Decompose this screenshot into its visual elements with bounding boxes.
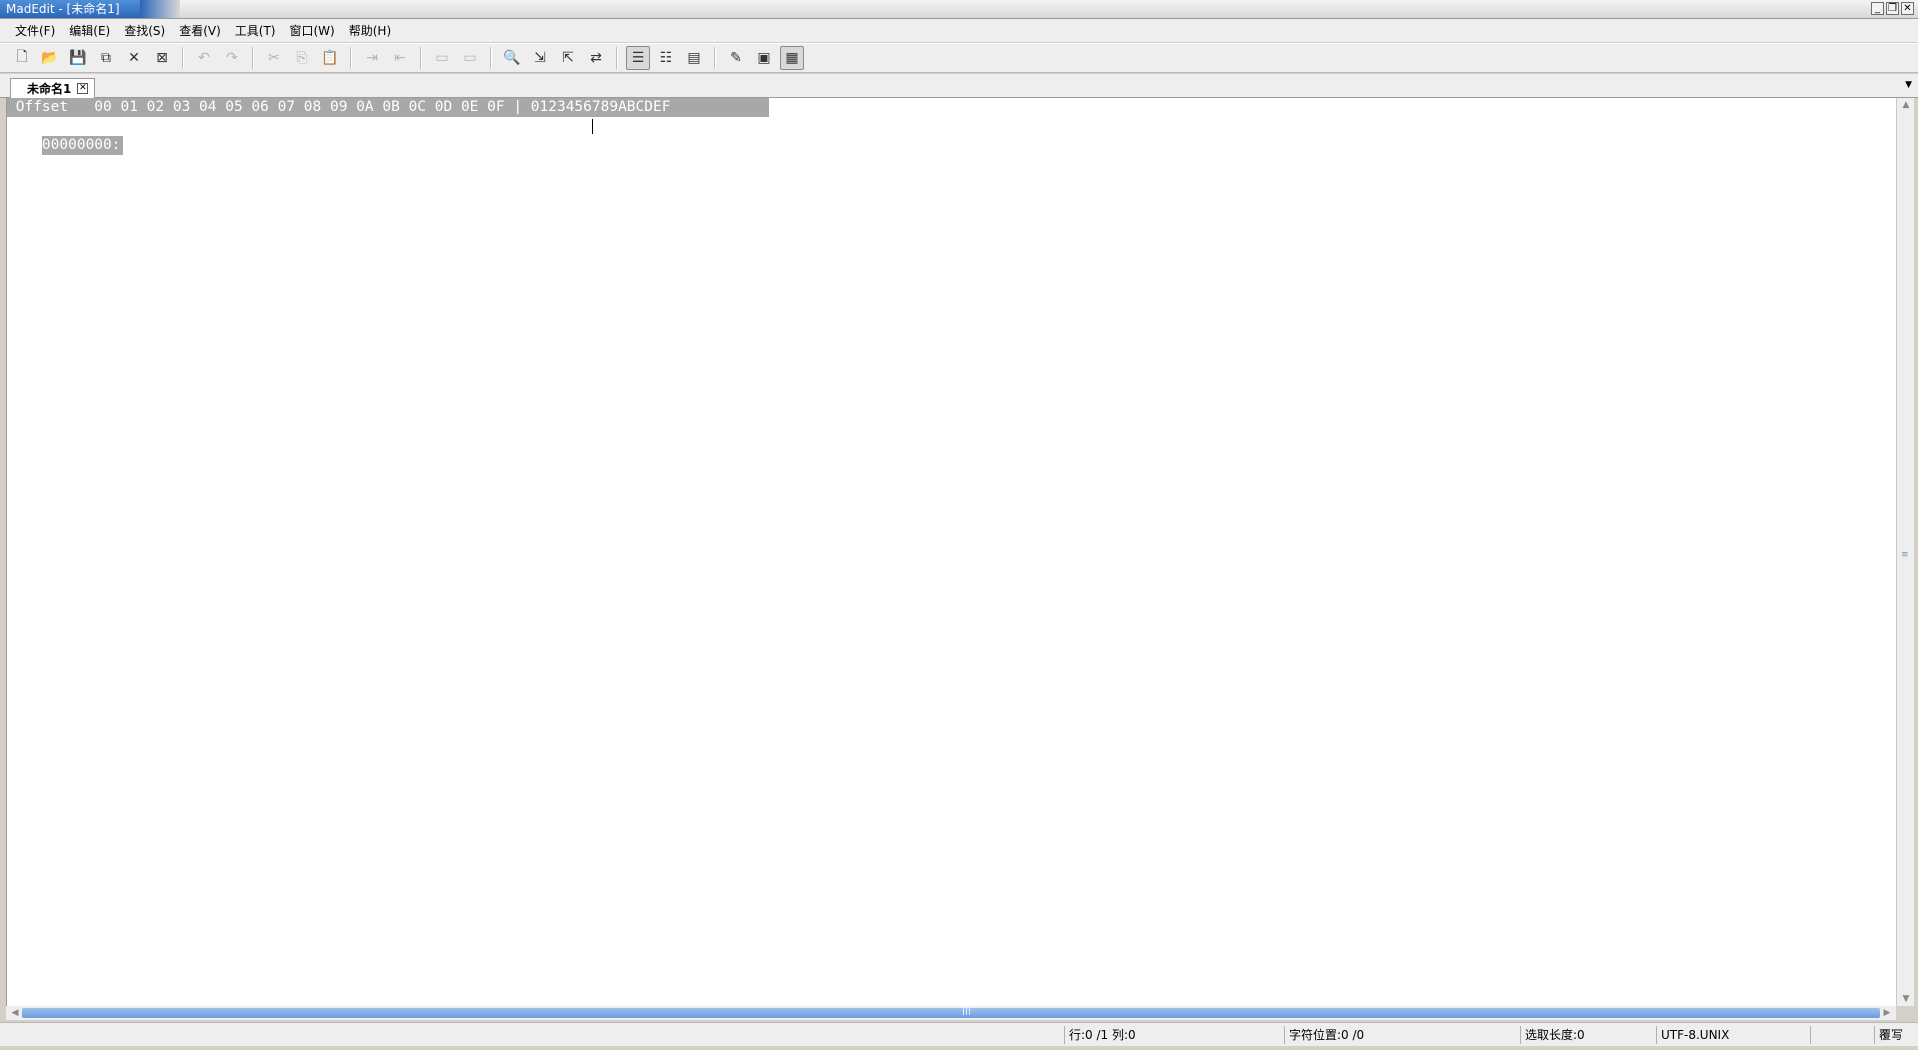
comment-icon[interactable]: ▭	[430, 46, 454, 70]
menu-edit[interactable]: 编辑(E)	[62, 21, 117, 41]
save-all-icon[interactable]: ⧉	[94, 46, 118, 70]
find-previous-icon[interactable]: ⇱	[556, 46, 580, 70]
toolbar-separator	[420, 47, 422, 69]
undo-icon[interactable]: ↶	[192, 46, 216, 70]
tab-bar: 未命名1 ✕ ▼	[0, 74, 1918, 98]
paste-icon[interactable]: 📋	[318, 46, 342, 70]
redo-icon[interactable]: ↷	[220, 46, 244, 70]
tab-label: 未命名1	[27, 82, 72, 96]
options-icon[interactable]: ✎	[724, 46, 748, 70]
restore-icon[interactable]: ❐	[1886, 2, 1899, 15]
text-mode-icon[interactable]: ☰	[626, 46, 650, 70]
scroll-left-icon[interactable]: ◀	[8, 1006, 22, 1020]
toolbar-separator	[182, 47, 184, 69]
status-mode	[1810, 1026, 1874, 1044]
vertical-scrollbar[interactable]: ▲ ≡ ▼	[1896, 98, 1914, 1006]
window-controls: _ ❐ ✕	[1871, 2, 1914, 15]
toolbar-separator	[252, 47, 254, 69]
close-file-icon[interactable]: ✕	[122, 46, 146, 70]
hex-mode-view-icon[interactable]: ▤	[682, 46, 706, 70]
find-icon[interactable]: 🔍	[500, 46, 524, 70]
open-file-icon[interactable]: 📂	[38, 46, 62, 70]
uncomment-icon[interactable]: ▭	[458, 46, 482, 70]
menu-window[interactable]: 窗口(W)	[283, 21, 342, 41]
title-bar: MadEdit - [未命名1] _ ❐ ✕	[0, 0, 1918, 19]
replace-icon[interactable]: ⇄	[584, 46, 608, 70]
menu-help[interactable]: 帮助(H)	[342, 21, 398, 41]
column-mode-icon[interactable]: ☷	[654, 46, 678, 70]
toolbar-separator	[350, 47, 352, 69]
scroll-grip-icon: ≡	[1901, 550, 1909, 560]
close-all-icon[interactable]: ⊠	[150, 46, 174, 70]
status-bar: 行:0 /1 列:0 字符位置:0 /0 选取长度:0 UTF-8.UNIX 覆…	[0, 1022, 1918, 1046]
tab-untitled-1[interactable]: 未命名1 ✕	[10, 78, 96, 98]
hex-editor-area[interactable]: Offset 00 01 02 03 04 05 06 07 08 09 0A …	[6, 98, 1897, 1006]
hex-row: 00000000:	[7, 117, 123, 155]
horizontal-scroll-thumb[interactable]: |||	[22, 1006, 1880, 1018]
close-icon[interactable]: ✕	[1901, 2, 1914, 15]
scroll-down-icon[interactable]: ▼	[1899, 992, 1913, 1006]
menu-view[interactable]: 查看(V)	[172, 21, 228, 41]
hex-mode-icon[interactable]: ▦	[780, 46, 804, 70]
toolbar: 🗋 📂 💾 ⧉ ✕ ⊠ ↶ ↷ ✂ ⎘ 📋 ⇥ ⇤ ▭ ▭ 🔍 ⇲ ⇱ ⇄ ☰ …	[0, 43, 1918, 73]
cut-icon[interactable]: ✂	[262, 46, 286, 70]
minimize-icon[interactable]: _	[1871, 2, 1884, 15]
text-caret	[592, 119, 593, 134]
status-insert-mode[interactable]: 覆写	[1874, 1026, 1918, 1044]
toolbar-separator	[490, 47, 492, 69]
new-file-icon[interactable]: 🗋	[10, 46, 34, 70]
unindent-icon[interactable]: ⇤	[388, 46, 412, 70]
toolbar-separator	[616, 47, 618, 69]
tab-list-dropdown-icon[interactable]: ▼	[1905, 80, 1912, 90]
toolbar-separator	[714, 47, 716, 69]
indent-icon[interactable]: ⇥	[360, 46, 384, 70]
menu-search[interactable]: 查找(S)	[117, 21, 172, 41]
menu-file[interactable]: 文件(F)	[8, 21, 62, 41]
hex-header-row: Offset 00 01 02 03 04 05 06 07 08 09 0A …	[7, 98, 769, 117]
save-icon[interactable]: 💾	[66, 46, 90, 70]
status-char-pos: 字符位置:0 /0	[1284, 1026, 1520, 1044]
scroll-up-icon[interactable]: ▲	[1899, 98, 1913, 112]
tab-close-icon[interactable]: ✕	[77, 83, 89, 94]
title-decoration	[140, 0, 180, 18]
status-line-col: 行:0 /1 列:0	[1064, 1026, 1284, 1044]
hex-offset: 00000000:	[41, 136, 123, 155]
horizontal-scrollbar[interactable]: ◀ ||| ▶	[6, 1006, 1896, 1020]
copy-icon[interactable]: ⎘	[290, 46, 314, 70]
scroll-grip-icon: |||	[962, 1006, 972, 1016]
status-selection-length: 选取长度:0	[1520, 1026, 1656, 1044]
status-encoding[interactable]: UTF-8.UNIX	[1656, 1026, 1810, 1044]
window-title: MadEdit - [未命名1]	[0, 0, 140, 18]
menu-tools[interactable]: 工具(T)	[228, 21, 283, 41]
scroll-right-icon[interactable]: ▶	[1880, 1006, 1894, 1020]
menu-bar: 文件(F) 编辑(E) 查找(S) 查看(V) 工具(T) 窗口(W) 帮助(H…	[0, 19, 1918, 42]
find-next-icon[interactable]: ⇲	[528, 46, 552, 70]
print-preview-icon[interactable]: ▣	[752, 46, 776, 70]
